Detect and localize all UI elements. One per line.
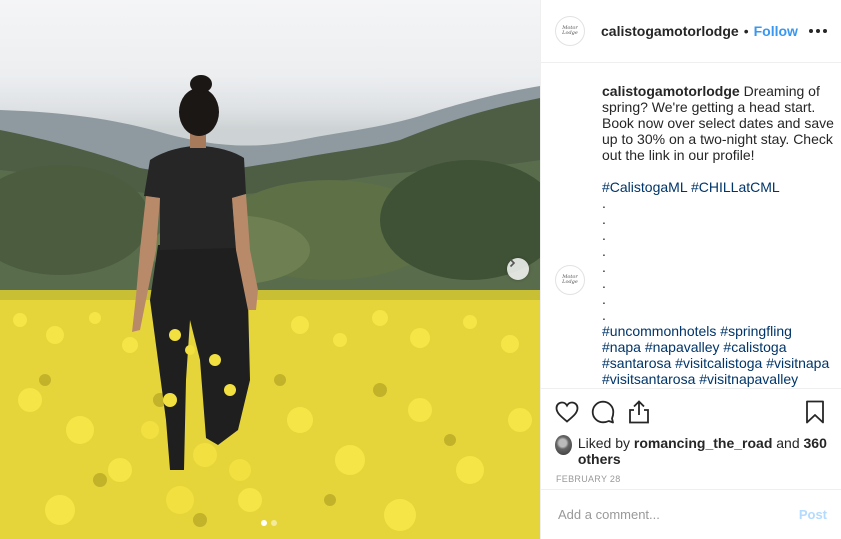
caption-avatar[interactable]: Motor Lodge [555,265,585,295]
save-button[interactable] [803,400,827,424]
post-comment-button[interactable]: Post [799,507,827,522]
carousel-dot-2 [271,520,277,526]
post-header: Motor Lodge calistogamotorlodge • Follow [541,0,841,63]
caption-dot: . [602,259,606,275]
liker-avatar[interactable] [555,435,572,455]
comment-bubble-icon [591,400,615,424]
header-separator: • [743,23,749,39]
post-actions [541,388,841,435]
instagram-post-view: Motor Lodge calistogamotorlodge • Follow… [0,0,841,539]
caption-dot: . [602,243,606,259]
more-options-icon[interactable] [809,25,827,37]
post-photo[interactable] [0,0,540,539]
chevron-right-icon [509,258,516,268]
caption-dot: . [602,211,606,227]
share-icon [629,400,649,424]
caption-username[interactable]: calistogamotorlodge [602,83,740,99]
caption-hashtags-2[interactable]: #uncommonhotels #springfling #napa #napa… [602,323,829,387]
photo-scene [0,75,540,539]
carousel-dot-1 [261,520,267,526]
carousel-indicator [261,520,277,526]
caption-dot: . [602,195,606,211]
liker-username[interactable]: romancing_the_road [634,435,772,451]
caption-avatar-logo-text: Motor Lodge [562,274,578,285]
caption-dot: . [602,307,606,323]
caption-dot: . [602,291,606,307]
likes-conjunction: and [776,435,800,451]
carousel-next-button[interactable] [507,258,529,280]
comment-button[interactable] [591,400,615,424]
heart-icon [555,401,579,423]
caption-hashtags-1[interactable]: #CalistogaML #CHILLatCML [602,179,780,195]
caption-text: calistogamotorlodge Dreaming of spring? … [602,83,834,387]
likes-prefix: Liked by [577,435,630,451]
caption-dot: . [602,227,606,243]
post-side-panel: Motor Lodge calistogamotorlodge • Follow… [540,0,841,539]
post-date[interactable]: FEBRUARY 28 [541,469,841,489]
add-comment-bar: Post [541,489,841,539]
follow-button[interactable]: Follow [754,23,798,39]
post-username[interactable]: calistogamotorlodge [601,23,739,39]
caption-dot: . [602,275,606,291]
bookmark-icon [806,400,824,424]
avatar-logo-text: Motor Lodge [562,25,578,36]
share-button[interactable] [627,400,651,424]
caption-area: Motor Lodge calistogamotorlodge Dreaming… [541,63,841,388]
account-avatar[interactable]: Motor Lodge [555,16,585,46]
likes-text: Liked by romancing_the_road and 360 othe… [578,435,827,467]
like-button[interactable] [555,400,579,424]
likes-summary: Liked by romancing_the_road and 360 othe… [541,435,841,469]
comment-input[interactable] [556,506,799,523]
